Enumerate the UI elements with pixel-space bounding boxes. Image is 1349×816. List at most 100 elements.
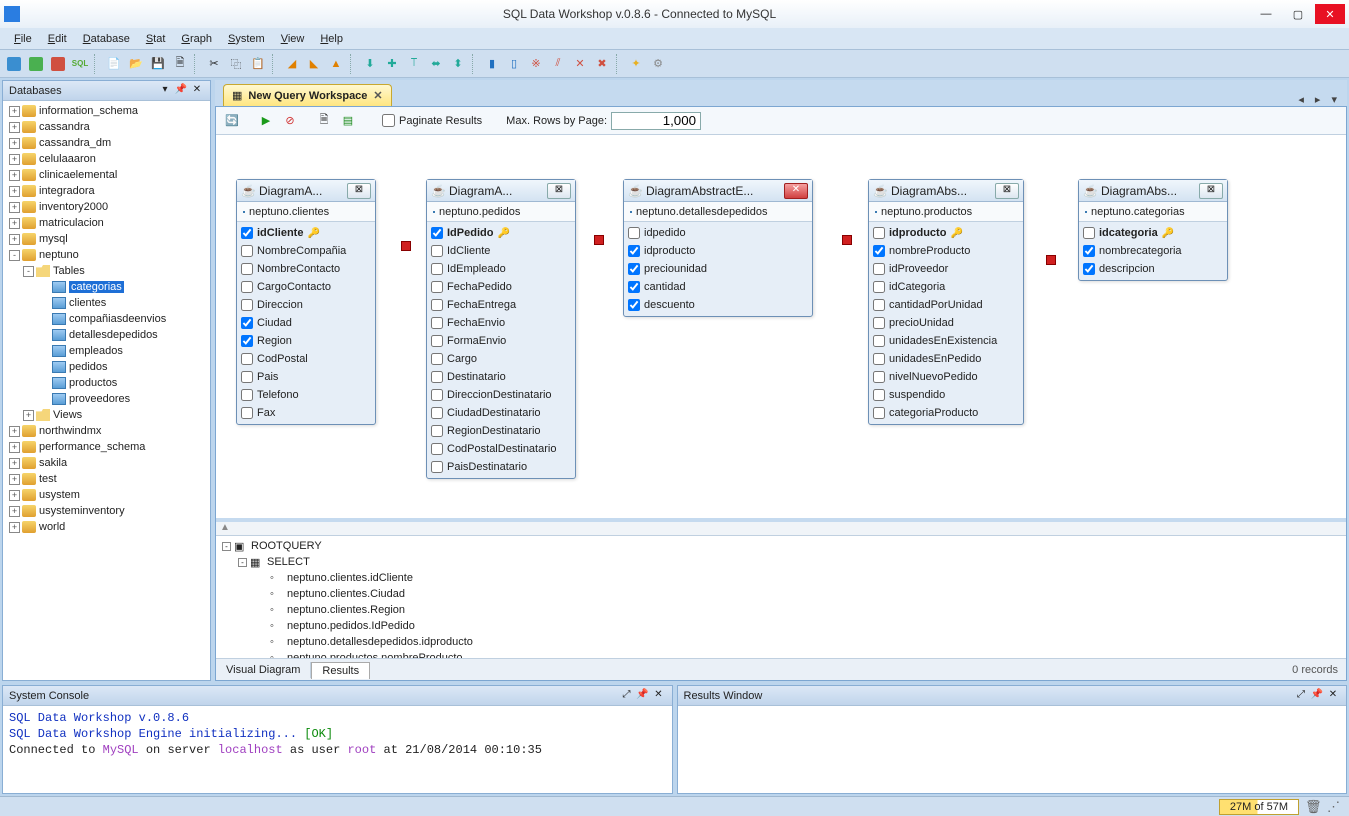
column-row[interactable]: cantidadPorUnidad <box>873 296 1019 314</box>
column-checkbox[interactable] <box>241 353 253 365</box>
column-row[interactable]: nombreProducto <box>873 242 1019 260</box>
column-row[interactable]: idproducto <box>628 242 808 260</box>
column-checkbox[interactable] <box>873 317 885 329</box>
column-row[interactable]: descuento <box>628 296 808 314</box>
graph5-icon[interactable]: ✕ <box>570 54 590 74</box>
tree-item[interactable]: proveedores <box>3 391 210 407</box>
column-checkbox[interactable] <box>431 389 443 401</box>
panel-pin-icon[interactable]: 📌 <box>174 84 188 98</box>
tree-item[interactable]: +cassandra_dm <box>3 135 210 151</box>
query-tree-item[interactable]: ◦neptuno.clientes.Region <box>222 602 1340 618</box>
console-close-icon[interactable]: ✕ <box>652 689 666 703</box>
column-row[interactable]: NombreCompañia <box>241 242 371 260</box>
column-row[interactable]: precioUnidad <box>873 314 1019 332</box>
column-checkbox[interactable] <box>241 335 253 347</box>
column-checkbox[interactable] <box>241 371 253 383</box>
column-checkbox[interactable] <box>628 227 640 239</box>
column-row[interactable]: IdEmpleado <box>431 260 571 278</box>
tree-item[interactable]: +world <box>3 519 210 535</box>
column-checkbox[interactable] <box>431 335 443 347</box>
tree-item[interactable]: +mysql <box>3 231 210 247</box>
chart2-icon[interactable]: ◣ <box>304 54 324 74</box>
column-row[interactable]: suspendido <box>873 386 1019 404</box>
tree-item[interactable]: +sakila <box>3 455 210 471</box>
tree-item[interactable]: clientes <box>3 295 210 311</box>
menu-system[interactable]: System <box>222 31 271 47</box>
new-doc-icon[interactable]: 📄 <box>104 54 124 74</box>
menu-database[interactable]: Database <box>77 31 136 47</box>
column-row[interactable]: CargoContacto <box>241 278 371 296</box>
column-row[interactable]: Region <box>241 332 371 350</box>
column-checkbox[interactable] <box>431 461 443 473</box>
tree-item[interactable]: detallesdepedidos <box>3 327 210 343</box>
graph4-icon[interactable]: ⫽ <box>548 54 568 74</box>
stat3-icon[interactable]: ⟙ <box>404 54 424 74</box>
column-checkbox[interactable] <box>241 245 253 257</box>
gear-icon[interactable]: ⚙ <box>648 54 668 74</box>
column-row[interactable]: NombreContacto <box>241 260 371 278</box>
gc-trash-icon[interactable]: 🗑 <box>1305 799 1321 815</box>
column-row[interactable]: Telefono <box>241 386 371 404</box>
menu-file[interactable]: File <box>8 31 38 47</box>
column-row[interactable]: idcategoria 🔑 <box>1083 224 1223 242</box>
column-checkbox[interactable] <box>628 245 640 257</box>
column-checkbox[interactable] <box>1083 227 1095 239</box>
column-checkbox[interactable] <box>431 443 443 455</box>
column-checkbox[interactable] <box>241 299 253 311</box>
entity-close-icon[interactable]: ⊠ <box>547 183 571 199</box>
minimize-button[interactable]: — <box>1251 4 1281 24</box>
paginate-checkbox-wrap[interactable]: Paginate Results <box>382 114 482 127</box>
column-checkbox[interactable] <box>241 281 253 293</box>
column-checkbox[interactable] <box>628 263 640 275</box>
tree-item[interactable]: +performance_schema <box>3 439 210 455</box>
refresh-icon[interactable]: 🔄 <box>222 111 242 131</box>
relation-joint[interactable] <box>1046 255 1056 265</box>
entity-window[interactable]: ☕DiagramAbs...⊠neptuno.productosidproduc… <box>868 179 1024 425</box>
tree-item[interactable]: +celulaaaron <box>3 151 210 167</box>
stat1-icon[interactable]: ⬇ <box>360 54 380 74</box>
entity-close-icon[interactable]: ✕ <box>784 183 808 199</box>
column-checkbox[interactable] <box>431 317 443 329</box>
column-checkbox[interactable] <box>1083 263 1095 275</box>
save-all-icon[interactable]: 🗎 <box>170 54 190 74</box>
column-row[interactable]: idCliente 🔑 <box>241 224 371 242</box>
column-row[interactable]: FormaEnvio <box>431 332 571 350</box>
entity-window[interactable]: ☕DiagramA...⊠neptuno.pedidosIdPedido 🔑Id… <box>426 179 576 479</box>
tab-close-icon[interactable]: ✕ <box>373 89 382 102</box>
tree-item[interactable]: +inventory2000 <box>3 199 210 215</box>
column-checkbox[interactable] <box>873 263 885 275</box>
query-tree-item[interactable]: ◦neptuno.productos.nombreProducto <box>222 650 1340 658</box>
column-row[interactable]: CodPostalDestinatario <box>431 440 571 458</box>
column-row[interactable]: categoriaProducto <box>873 404 1019 422</box>
tree-item[interactable]: +Views <box>3 407 210 423</box>
maximize-button[interactable]: ▢ <box>1283 4 1313 24</box>
relation-joint[interactable] <box>594 235 604 245</box>
entity-window[interactable]: ☕DiagramA...⊠neptuno.clientesidCliente 🔑… <box>236 179 376 425</box>
menu-graph[interactable]: Graph <box>175 31 218 47</box>
db-green-icon[interactable] <box>26 54 46 74</box>
tree-item[interactable]: +matriculacion <box>3 215 210 231</box>
column-checkbox[interactable] <box>431 407 443 419</box>
diagram-canvas[interactable]: ☕DiagramA...⊠neptuno.clientesidCliente 🔑… <box>216 135 1346 518</box>
database-tree[interactable]: +information_schema+cassandra+cassandra_… <box>3 101 210 680</box>
menu-help[interactable]: Help <box>314 31 349 47</box>
column-row[interactable]: Cargo <box>431 350 571 368</box>
column-row[interactable]: PaisDestinatario <box>431 458 571 476</box>
column-row[interactable]: Fax <box>241 404 371 422</box>
tab-visual-diagram[interactable]: Visual Diagram <box>216 662 311 678</box>
column-row[interactable]: RegionDestinatario <box>431 422 571 440</box>
column-row[interactable]: idproducto 🔑 <box>873 224 1019 242</box>
tabstrip-nav[interactable]: ◂ ▸ ▾ <box>1298 93 1347 106</box>
console-ext-icon[interactable]: ⤢ <box>620 689 634 703</box>
column-row[interactable]: idpedido <box>628 224 808 242</box>
tab-new-query[interactable]: ▦ New Query Workspace ✕ <box>223 84 392 106</box>
tab-results[interactable]: Results <box>311 662 370 679</box>
column-checkbox[interactable] <box>241 317 253 329</box>
column-row[interactable]: Direccion <box>241 296 371 314</box>
query-tree-item[interactable]: ◦neptuno.clientes.idCliente <box>222 570 1340 586</box>
paste-icon[interactable]: 📋 <box>248 54 268 74</box>
column-row[interactable]: DireccionDestinatario <box>431 386 571 404</box>
sql-icon[interactable]: SQL <box>70 54 90 74</box>
column-row[interactable]: Destinatario <box>431 368 571 386</box>
tree-item[interactable]: +clinicaelemental <box>3 167 210 183</box>
